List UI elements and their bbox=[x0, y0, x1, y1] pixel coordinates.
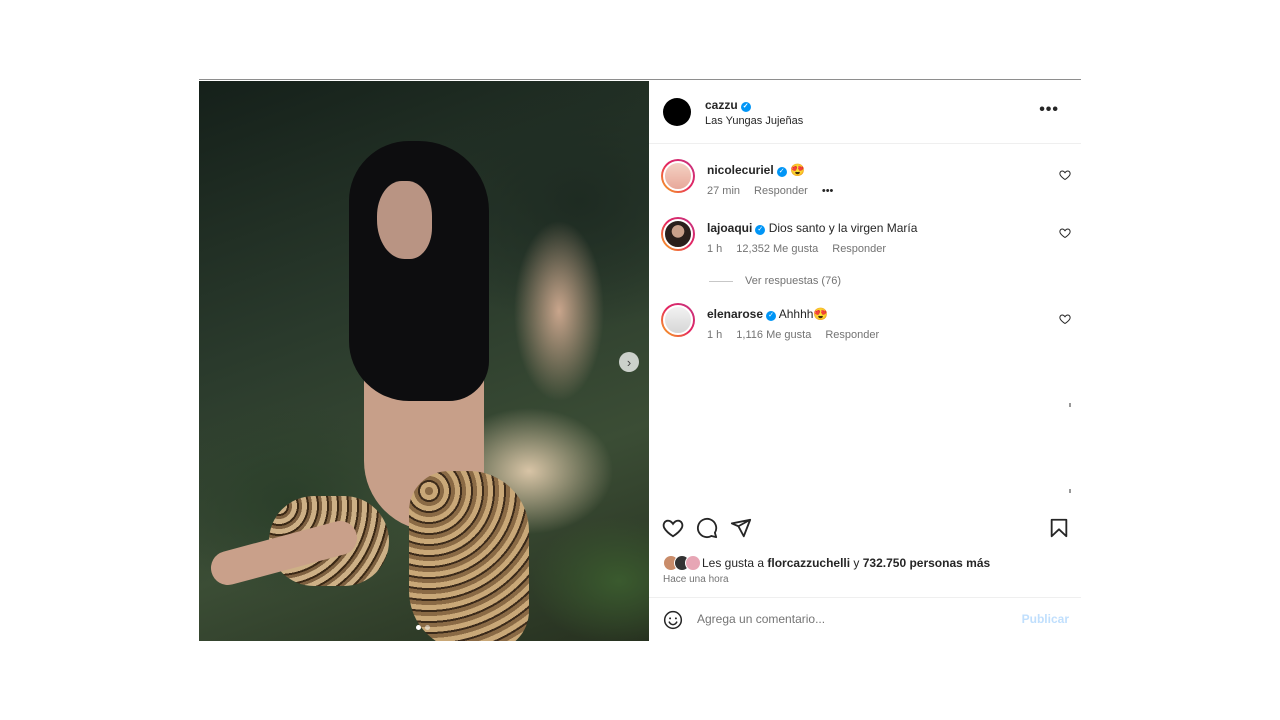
comment-username[interactable]: nicolecuriel bbox=[707, 163, 774, 177]
liker-avatars[interactable] bbox=[663, 555, 701, 571]
carousel-dot bbox=[425, 625, 430, 630]
comment-text: 😍 bbox=[790, 163, 805, 177]
heart-icon[interactable] bbox=[1059, 313, 1071, 325]
scrollbar-tick[interactable] bbox=[1069, 403, 1071, 407]
emoji-icon[interactable] bbox=[663, 610, 683, 630]
comment-time: 1 h bbox=[707, 329, 723, 341]
publish-button[interactable]: Publicar bbox=[1022, 612, 1069, 626]
comment-time: 27 min bbox=[707, 185, 741, 197]
view-replies-button[interactable]: Ver respuestas (76) bbox=[709, 275, 841, 287]
scrollbar-tick[interactable] bbox=[1069, 489, 1071, 493]
more-options-icon[interactable]: ••• bbox=[1039, 101, 1059, 119]
comment-likes[interactable]: 1,116 Me gusta bbox=[736, 329, 811, 341]
comment-more-button[interactable]: ••• bbox=[822, 185, 834, 197]
comment-avatar[interactable] bbox=[661, 159, 695, 193]
carousel-dot-active bbox=[416, 625, 421, 630]
reply-button[interactable]: Responder bbox=[825, 329, 879, 341]
chevron-right-icon: › bbox=[626, 354, 632, 370]
comment-avatar[interactable] bbox=[661, 303, 695, 337]
comment-likes[interactable]: 12,352 Me gusta bbox=[736, 243, 818, 255]
post-actions bbox=[649, 507, 1081, 547]
reply-button[interactable]: Responder bbox=[754, 185, 808, 197]
comment-text: Dios santo y la virgen María bbox=[768, 221, 918, 235]
carousel-next-button[interactable]: › bbox=[619, 352, 639, 372]
carousel-dots bbox=[416, 625, 430, 630]
post-timestamp[interactable]: Hace una hora bbox=[663, 574, 729, 585]
verified-badge-icon: ✓ bbox=[755, 225, 766, 235]
likes-count-link[interactable]: 732.750 personas más bbox=[863, 556, 990, 570]
verified-badge-icon: ✓ bbox=[740, 102, 751, 112]
photo-subject bbox=[207, 141, 529, 641]
reply-button[interactable]: Responder bbox=[832, 243, 886, 255]
instagram-post: › cazzu ✓ Las Yungas Jujeñas ••• nicolecu… bbox=[199, 79, 1081, 641]
liker-username[interactable]: florcazzuchelli bbox=[767, 556, 850, 570]
add-comment-bar: Publicar bbox=[649, 597, 1081, 642]
post-header: cazzu ✓ Las Yungas Jujeñas ••• bbox=[649, 81, 1081, 144]
owner-username[interactable]: cazzu bbox=[705, 98, 738, 112]
comment-time: 1 h bbox=[707, 243, 723, 255]
owner-avatar[interactable] bbox=[663, 98, 691, 126]
comment-username[interactable]: lajoaqui bbox=[707, 221, 752, 235]
post-sidebar: cazzu ✓ Las Yungas Jujeñas ••• nicolecuri… bbox=[649, 81, 1081, 641]
comment-text: Ahhhh😍 bbox=[778, 307, 829, 321]
comment-avatar[interactable] bbox=[661, 217, 695, 251]
comment-username[interactable]: elenarose bbox=[707, 307, 763, 321]
comment-input[interactable] bbox=[697, 612, 997, 626]
like-heart-icon[interactable] bbox=[662, 517, 684, 539]
comment-bubble-icon[interactable] bbox=[696, 517, 718, 539]
verified-badge-icon: ✓ bbox=[776, 167, 787, 177]
heart-icon[interactable] bbox=[1059, 169, 1071, 181]
likes-summary: Les gusta a florcazzuchelli y 732.750 pe… bbox=[663, 555, 990, 571]
verified-badge-icon: ✓ bbox=[766, 311, 777, 321]
share-send-icon[interactable] bbox=[730, 517, 752, 539]
bookmark-icon[interactable] bbox=[1048, 517, 1070, 539]
heart-icon[interactable] bbox=[1059, 227, 1071, 239]
post-image[interactable]: › bbox=[199, 81, 649, 641]
post-location[interactable]: Las Yungas Jujeñas bbox=[705, 115, 803, 127]
